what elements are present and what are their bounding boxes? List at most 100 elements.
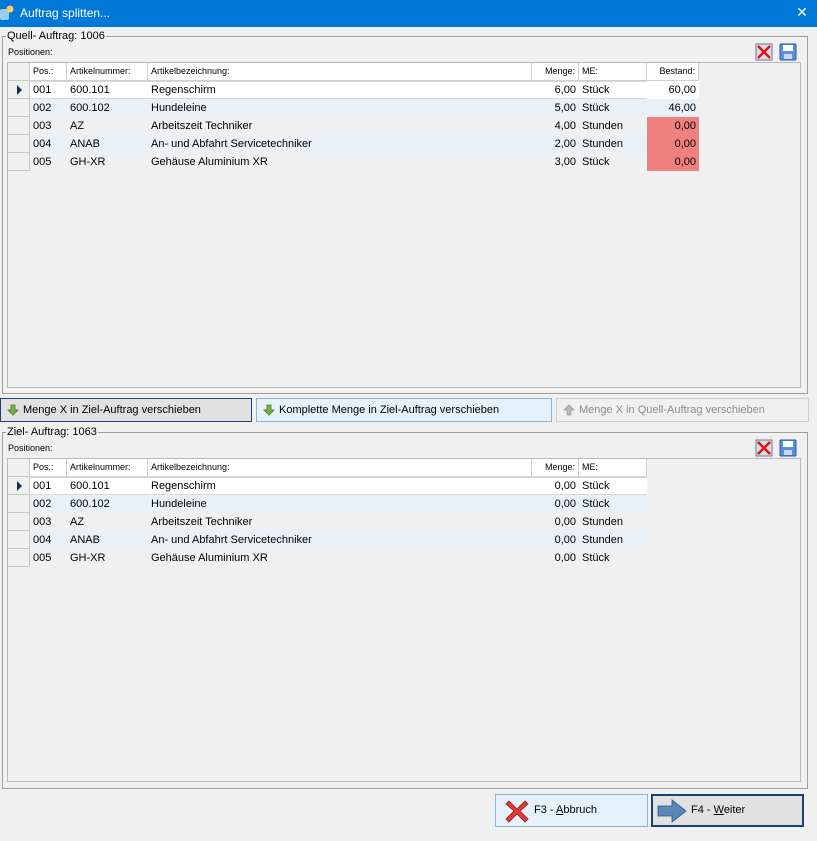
cell-artnr[interactable]: ANAB bbox=[67, 135, 148, 153]
column-header-artnr[interactable]: Artikelnummer: bbox=[67, 459, 148, 477]
cell-pos[interactable]: 005 bbox=[30, 153, 67, 171]
column-header-menge[interactable]: Menge: bbox=[532, 459, 579, 477]
cell-pos[interactable]: 001 bbox=[30, 477, 67, 495]
cell-me[interactable]: Stück bbox=[579, 495, 647, 513]
cell-pos[interactable]: 002 bbox=[30, 99, 67, 117]
cell-bestand[interactable]: 60,00 bbox=[647, 81, 699, 99]
cell-menge[interactable]: 0,00 bbox=[532, 495, 579, 513]
cell-pos[interactable]: 004 bbox=[30, 135, 67, 153]
cell-bestand[interactable]: 0,00 bbox=[647, 117, 699, 135]
cell-me[interactable]: Stunden bbox=[579, 531, 647, 549]
cell-bez[interactable]: An- und Abfahrt Servicetechniker bbox=[148, 135, 532, 153]
move-all-to-target-button[interactable]: Komplette Menge in Ziel-Auftrag verschie… bbox=[256, 398, 552, 422]
cell-me[interactable]: Stück bbox=[579, 549, 647, 567]
column-header-pos[interactable]: Pos.: bbox=[30, 63, 67, 81]
table-row[interactable]: 001 600.101 Regenschirm 0,00 Stück bbox=[8, 477, 647, 495]
cell-menge[interactable]: 6,00 bbox=[532, 81, 579, 99]
cell-artnr[interactable]: AZ bbox=[67, 117, 148, 135]
cell-pos[interactable]: 001 bbox=[30, 81, 67, 99]
cell-pos[interactable]: 002 bbox=[30, 495, 67, 513]
column-header-bestand[interactable]: Bestand: bbox=[647, 63, 699, 81]
cell-bez[interactable]: Hundeleine bbox=[148, 495, 532, 513]
cell-menge[interactable]: 2,00 bbox=[532, 135, 579, 153]
row-selector[interactable] bbox=[8, 117, 30, 135]
cancel-button[interactable]: F3 - Abbruch bbox=[495, 794, 648, 827]
row-selector[interactable] bbox=[8, 495, 30, 513]
table-row[interactable]: 005 GH-XR Gehäuse Aluminium XR 0,00 Stück bbox=[8, 549, 647, 567]
cell-bez[interactable]: Regenschirm bbox=[148, 477, 532, 495]
row-selector[interactable] bbox=[8, 135, 30, 153]
table-row[interactable]: 001 600.101 Regenschirm 6,00 Stück 60,00 bbox=[8, 81, 699, 99]
cell-bez[interactable]: Arbeitszeit Techniker bbox=[148, 117, 532, 135]
cell-menge[interactable]: 4,00 bbox=[532, 117, 579, 135]
cell-bez[interactable]: Gehäuse Aluminium XR bbox=[148, 549, 532, 567]
table-row[interactable]: 004 ANAB An- und Abfahrt Servicetechniker 2… bbox=[8, 135, 699, 153]
cell-bez[interactable]: Regenschirm bbox=[148, 81, 532, 99]
column-header-me[interactable]: ME: bbox=[579, 63, 647, 81]
row-selector[interactable] bbox=[8, 153, 30, 171]
cell-pos[interactable]: 004 bbox=[30, 531, 67, 549]
cell-pos[interactable]: 005 bbox=[30, 549, 67, 567]
cell-me[interactable]: Stunden bbox=[579, 117, 647, 135]
column-header-bez[interactable]: Artikelbezeichnung: bbox=[148, 63, 532, 81]
delete-row-icon[interactable] bbox=[755, 439, 773, 457]
move-x-to-target-button[interactable]: Menge X in Ziel-Auftrag verschieben bbox=[0, 398, 252, 422]
table-row[interactable]: 005 GH-XR Gehäuse Aluminium XR 3,00 Stück 0,0… bbox=[8, 153, 699, 171]
row-selector[interactable] bbox=[8, 531, 30, 549]
cell-me[interactable]: Stück bbox=[579, 153, 647, 171]
cell-artnr[interactable]: GH-XR bbox=[67, 549, 148, 567]
cell-menge[interactable]: 0,00 bbox=[532, 513, 579, 531]
cancel-label: F3 - Abbruch bbox=[534, 795, 597, 826]
cell-menge[interactable]: 0,00 bbox=[532, 531, 579, 549]
column-header-me[interactable]: ME: bbox=[579, 459, 647, 477]
table-row[interactable]: 002 600.102 Hundeleine 0,00 Stück bbox=[8, 495, 647, 513]
cell-me[interactable]: Stunden bbox=[579, 513, 647, 531]
cell-bez[interactable]: Hundeleine bbox=[148, 99, 532, 117]
row-selector[interactable] bbox=[8, 81, 30, 99]
column-header-pos[interactable]: Pos.: bbox=[30, 459, 67, 477]
cell-bestand[interactable]: 0,00 bbox=[647, 153, 699, 171]
cell-bestand[interactable]: 46,00 bbox=[647, 99, 699, 117]
cell-pos[interactable]: 003 bbox=[30, 117, 67, 135]
cell-bestand[interactable]: 0,00 bbox=[647, 135, 699, 153]
close-icon[interactable]: ✕ bbox=[787, 0, 817, 27]
cell-menge[interactable]: 0,00 bbox=[532, 549, 579, 567]
table-row[interactable]: 003 AZ Arbeitszeit Techniker 4,00 Stunden 0,0… bbox=[8, 117, 699, 135]
row-selector[interactable] bbox=[8, 513, 30, 531]
row-selector[interactable] bbox=[8, 549, 30, 567]
row-selector[interactable] bbox=[8, 477, 30, 495]
cell-me[interactable]: Stück bbox=[579, 99, 647, 117]
cell-menge[interactable]: 5,00 bbox=[532, 99, 579, 117]
column-header-bez[interactable]: Artikelbezeichnung: bbox=[148, 459, 532, 477]
row-selector[interactable] bbox=[8, 99, 30, 117]
cell-artnr[interactable]: 600.101 bbox=[67, 477, 148, 495]
move-x-to-source-button[interactable]: Menge X in Quell-Auftrag verschieben bbox=[556, 398, 809, 422]
cell-me[interactable]: Stück bbox=[579, 81, 647, 99]
cell-artnr[interactable]: ANAB bbox=[67, 531, 148, 549]
table-row[interactable]: 002 600.102 Hundeleine 5,00 Stück 46,00 bbox=[8, 99, 699, 117]
arrow-down-icon bbox=[7, 404, 19, 416]
column-header-menge[interactable]: Menge: bbox=[532, 63, 579, 81]
save-icon[interactable] bbox=[779, 43, 797, 61]
column-header-artnr[interactable]: Artikelnummer: bbox=[67, 63, 148, 81]
table-row[interactable]: 004 ANAB An- und Abfahrt Servicetechniker 0… bbox=[8, 531, 647, 549]
cell-artnr[interactable]: 600.101 bbox=[67, 81, 148, 99]
cell-bez[interactable]: Arbeitszeit Techniker bbox=[148, 513, 532, 531]
cell-me[interactable]: Stück bbox=[579, 477, 647, 495]
cell-menge[interactable]: 3,00 bbox=[532, 153, 579, 171]
delete-row-icon[interactable] bbox=[755, 43, 773, 61]
save-icon[interactable] bbox=[779, 439, 797, 457]
cell-artnr[interactable]: GH-XR bbox=[67, 153, 148, 171]
cell-bez[interactable]: Gehäuse Aluminium XR bbox=[148, 153, 532, 171]
cell-menge[interactable]: 0,00 bbox=[532, 477, 579, 495]
cell-pos[interactable]: 003 bbox=[30, 513, 67, 531]
cell-artnr[interactable]: 600.102 bbox=[67, 495, 148, 513]
source-positions-grid[interactable]: Pos.: Artikelnummer: Artikelbezeichnung: Me… bbox=[7, 62, 801, 388]
cell-artnr[interactable]: AZ bbox=[67, 513, 148, 531]
cell-artnr[interactable]: 600.102 bbox=[67, 99, 148, 117]
cell-bez[interactable]: An- und Abfahrt Servicetechniker bbox=[148, 531, 532, 549]
target-positions-grid[interactable]: Pos.: Artikelnummer: Artikelbezeichnung: Me… bbox=[7, 458, 801, 782]
cell-me[interactable]: Stunden bbox=[579, 135, 647, 153]
next-button[interactable]: F4 - Weiter bbox=[651, 794, 804, 827]
table-row[interactable]: 003 AZ Arbeitszeit Techniker 0,00 Stunden bbox=[8, 513, 647, 531]
